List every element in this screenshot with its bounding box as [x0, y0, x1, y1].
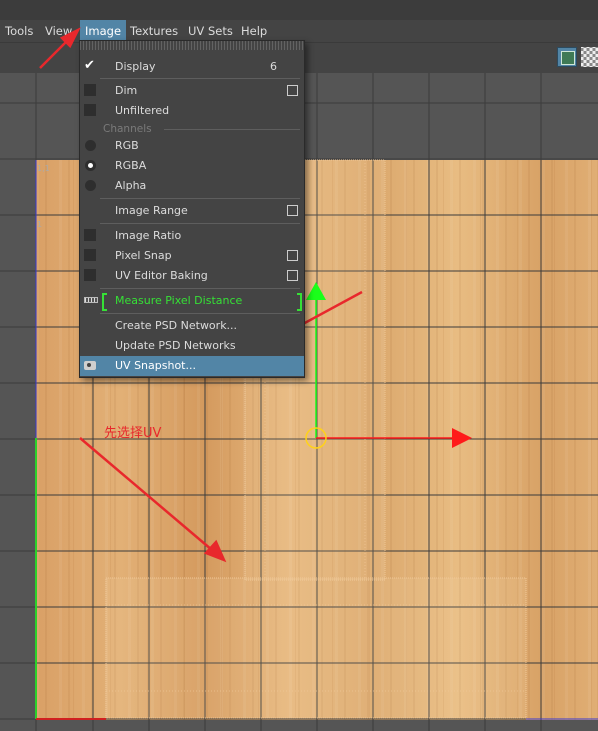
pixel-snap-checkbox-icon — [84, 249, 96, 261]
menu-item-uv-snapshot-label: UV Snapshot... — [115, 359, 196, 372]
menu-image[interactable]: Image — [80, 20, 127, 42]
menu-item-rgba-label: RGBA — [115, 159, 147, 172]
menu-item-image-range-label: Image Range — [115, 204, 188, 217]
unfiltered-checkbox-icon — [84, 104, 96, 116]
image-ratio-checkbox-icon — [84, 229, 96, 241]
uv-coord-label-top: 1,1 — [37, 164, 50, 173]
display-image-icon[interactable] — [557, 47, 577, 67]
alpha-radio-icon — [85, 180, 96, 191]
image-range-option-box[interactable] — [287, 205, 298, 216]
uv-editor-baking-checkbox-icon — [84, 269, 96, 281]
menu-item-alpha-label: Alpha — [115, 179, 147, 192]
menu-item-rgba[interactable]: RGBA — [80, 156, 304, 176]
pixel-snap-option-box[interactable] — [287, 250, 298, 261]
dim-option-box[interactable] — [287, 85, 298, 96]
menu-item-update-psd-networks[interactable]: Update PSD Networks — [80, 336, 304, 356]
uv-editor-baking-option-box[interactable] — [287, 270, 298, 281]
menu-item-create-psd-network[interactable]: Create PSD Network... — [80, 316, 304, 336]
camera-icon — [84, 361, 96, 370]
menu-item-display[interactable]: ✔ Display 6 — [80, 57, 304, 77]
menu-uv-sets[interactable]: UV Sets — [183, 20, 238, 42]
menu-item-image-range[interactable]: Image Range — [80, 201, 304, 221]
menu-textures[interactable]: Textures — [125, 20, 183, 42]
dim-checkbox-icon — [84, 84, 96, 96]
annotation-select-uv: 先选择UV — [104, 426, 162, 441]
menu-item-uv-editor-baking-label: UV Editor Baking — [115, 269, 208, 282]
menu-item-dim-label: Dim — [115, 84, 138, 97]
menu-item-dim[interactable]: Dim — [80, 81, 304, 101]
bracket-right-icon — [297, 293, 302, 311]
checkmark-icon: ✔ — [84, 58, 95, 73]
menu-help[interactable]: Help — [236, 20, 272, 42]
menu-item-pixel-snap[interactable]: Pixel Snap — [80, 246, 304, 266]
menu-separator — [164, 129, 300, 130]
display-value: 6 — [270, 60, 277, 73]
menu-item-update-psd-label: Update PSD Networks — [115, 339, 236, 352]
rgba-radio-icon — [85, 160, 96, 171]
image-dropdown-menu: ✔ Display 6 Dim Unfiltered Channels RGB … — [79, 40, 305, 378]
menu-item-unfiltered-label: Unfiltered — [115, 104, 170, 117]
channels-section-header: Channels — [103, 123, 152, 135]
menu-item-display-label: Display — [115, 60, 156, 73]
menu-item-measure-pixel-distance[interactable]: Measure Pixel Distance — [80, 291, 304, 311]
bracket-left-icon — [102, 293, 107, 311]
menu-item-image-ratio[interactable]: Image Ratio — [80, 226, 304, 246]
menu-separator — [100, 313, 300, 314]
menu-separator — [100, 223, 300, 224]
window-title-strip — [0, 0, 598, 20]
menu-item-pixel-snap-label: Pixel Snap — [115, 249, 172, 262]
menu-separator — [100, 288, 300, 289]
menu-item-uv-editor-baking[interactable]: UV Editor Baking — [80, 266, 304, 286]
menu-tools[interactable]: Tools — [0, 20, 38, 42]
ruler-icon — [84, 297, 98, 303]
uv-coord-label-left: 1 — [37, 220, 43, 229]
checker-icon[interactable] — [581, 47, 598, 67]
menu-separator — [100, 198, 300, 199]
menu-item-uv-snapshot[interactable]: UV Snapshot... — [80, 356, 304, 376]
menu-item-create-psd-label: Create PSD Network... — [115, 319, 238, 332]
menu-item-rgb[interactable]: RGB — [80, 136, 304, 156]
menu-item-measure-label: Measure Pixel Distance — [115, 294, 243, 307]
menu-view[interactable]: View — [40, 20, 77, 42]
menu-tearoff-handle[interactable] — [80, 41, 304, 50]
menu-item-alpha[interactable]: Alpha — [80, 176, 304, 196]
menu-item-image-ratio-label: Image Ratio — [115, 229, 182, 242]
rgb-radio-icon — [85, 140, 96, 151]
menu-item-rgb-label: RGB — [115, 139, 139, 152]
menu-separator — [100, 78, 300, 79]
menu-item-unfiltered[interactable]: Unfiltered — [80, 101, 304, 121]
